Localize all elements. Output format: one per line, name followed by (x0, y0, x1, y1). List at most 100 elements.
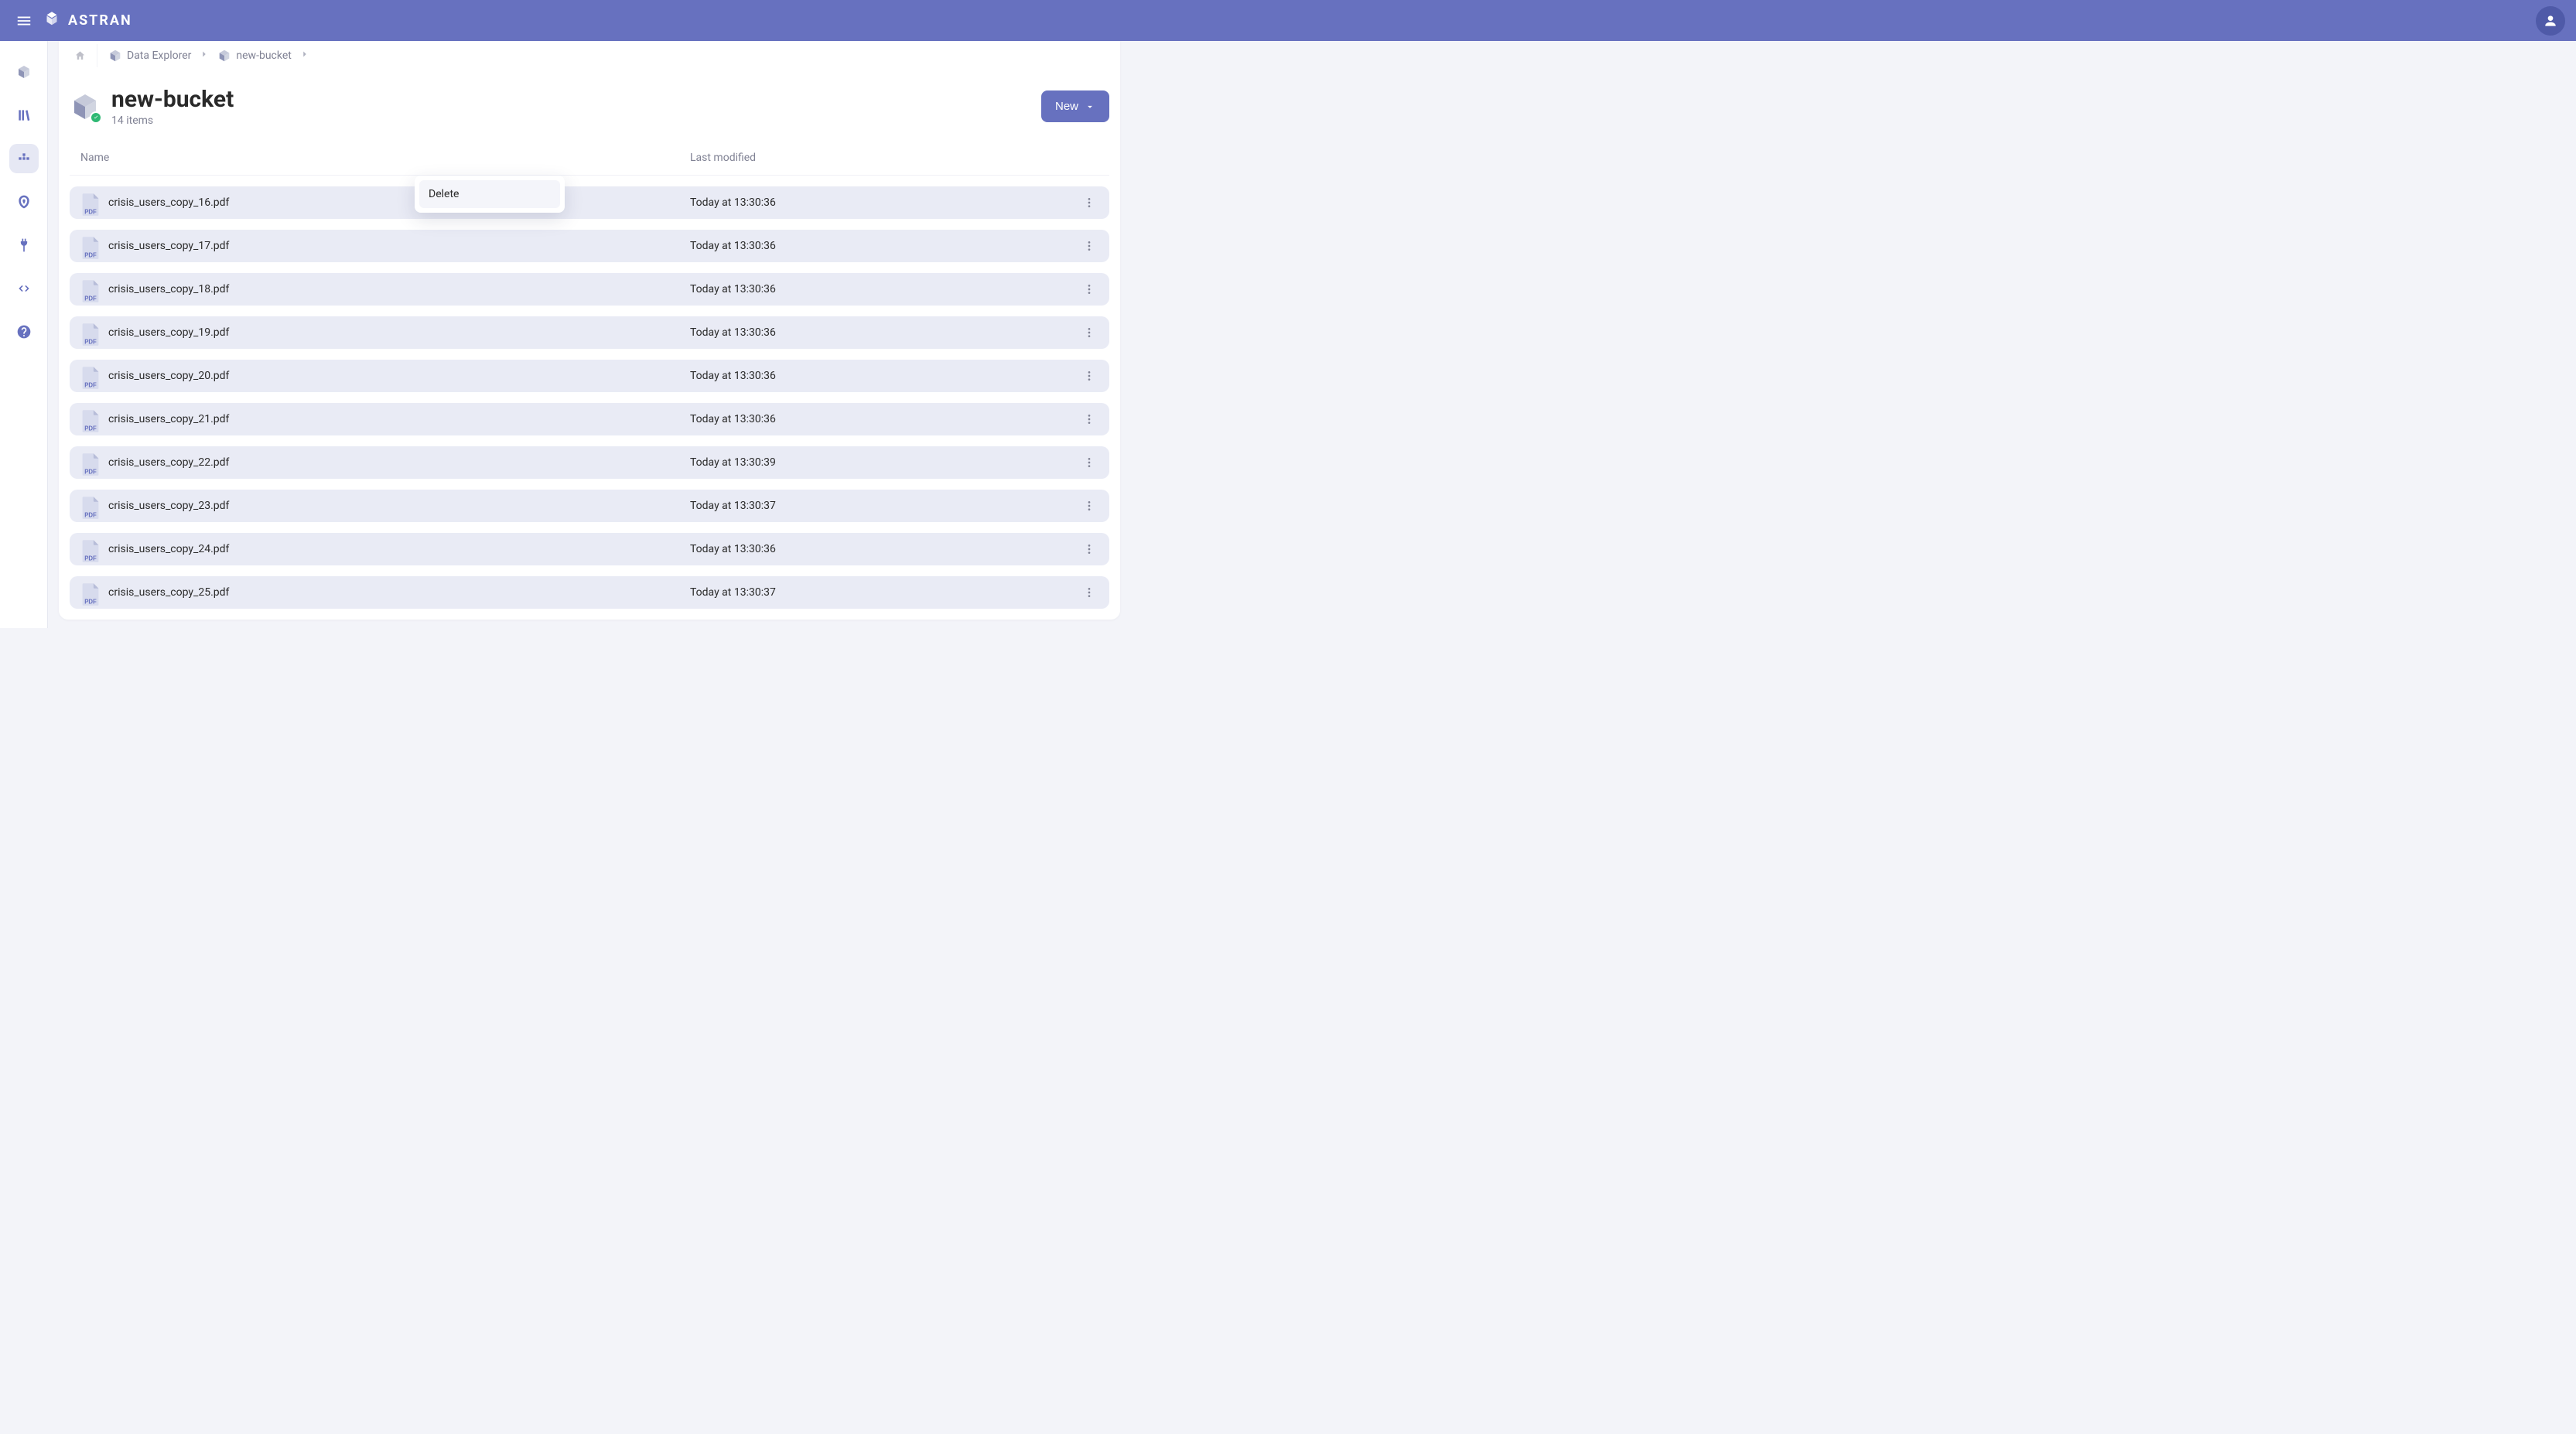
table-row[interactable]: PDF crisis_users_copy_24.pdf Today at 13… (70, 533, 1109, 565)
brand-logo-icon (42, 11, 62, 31)
file-modified: Today at 13:30:36 (690, 283, 999, 295)
brand: ASTRAN (42, 11, 132, 31)
table-row[interactable]: PDF crisis_users_copy_25.pdf Today at 13… (70, 576, 1109, 609)
breadcrumb-current[interactable]: new-bucket (217, 49, 291, 63)
pdf-file-icon: PDF (80, 323, 101, 347)
table-row[interactable]: PDF crisis_users_copy_19.pdf Today at 13… (70, 316, 1109, 349)
pdf-file-icon: PDF (80, 366, 101, 390)
table-row[interactable]: PDF crisis_users_copy_22.pdf Today at 13… (70, 446, 1109, 479)
svg-text:PDF: PDF (84, 251, 97, 258)
fingerprint-icon (16, 194, 32, 210)
menu-toggle-button[interactable] (11, 8, 37, 34)
bucket-card: Data Explorer new-bucket (59, 41, 1120, 620)
svg-text:PDF: PDF (84, 468, 97, 475)
file-type-icon: PDF (80, 193, 101, 213)
sidebar-item-api[interactable] (9, 274, 39, 303)
chevron-down-icon (1085, 101, 1095, 112)
file-type-icon: PDF (80, 279, 101, 299)
context-menu-delete[interactable]: Delete (419, 180, 560, 208)
breadcrumb-separator (199, 49, 210, 63)
file-name: crisis_users_copy_20.pdf (108, 370, 690, 382)
column-name-header[interactable]: Name (80, 152, 690, 164)
sidebar-nav (0, 0, 48, 628)
home-icon (74, 49, 86, 63)
item-count: 14 items (111, 114, 234, 127)
file-type-icon: PDF (80, 323, 101, 343)
row-actions-button[interactable] (1080, 237, 1098, 255)
breadcrumb-home-button[interactable] (74, 44, 97, 67)
more-vertical-icon (1083, 456, 1095, 469)
file-name: crisis_users_copy_19.pdf (108, 326, 690, 339)
row-actions-button[interactable] (1080, 540, 1098, 558)
sidebar-item-home[interactable] (9, 57, 39, 87)
file-modified: Today at 13:30:37 (690, 500, 999, 512)
table-row[interactable]: PDF crisis_users_copy_17.pdf Today at 13… (70, 230, 1109, 262)
row-actions-button[interactable] (1080, 583, 1098, 602)
column-modified-header[interactable]: Last modified (690, 152, 999, 164)
table-row[interactable]: PDF crisis_users_copy_20.pdf Today at 13… (70, 360, 1109, 392)
row-actions-button[interactable] (1080, 497, 1098, 515)
cube-icon (16, 64, 32, 80)
row-actions-button[interactable] (1080, 410, 1098, 428)
table-row[interactable]: PDF crisis_users_copy_21.pdf Today at 13… (70, 403, 1109, 435)
file-type-icon: PDF (80, 582, 101, 603)
file-name: crisis_users_copy_17.pdf (108, 240, 690, 252)
file-name: crisis_users_copy_24.pdf (108, 543, 690, 555)
more-vertical-icon (1083, 240, 1095, 252)
sidebar-item-data-explorer[interactable] (9, 144, 39, 173)
file-modified: Today at 13:30:36 (690, 196, 999, 209)
svg-text:PDF: PDF (84, 338, 97, 345)
page-header-left: new-bucket 14 items (70, 86, 234, 127)
bucket-icon (70, 91, 101, 122)
pdf-file-icon: PDF (80, 279, 101, 303)
file-type-icon: PDF (80, 452, 101, 473)
pdf-file-icon: PDF (80, 452, 101, 476)
row-actions-button[interactable] (1080, 453, 1098, 472)
file-name: crisis_users_copy_22.pdf (108, 456, 690, 469)
table-row[interactable]: PDF crisis_users_copy_23.pdf Today at 13… (70, 490, 1109, 522)
file-name: crisis_users_copy_21.pdf (108, 413, 690, 425)
row-actions-button[interactable] (1080, 193, 1098, 212)
file-modified: Today at 13:30:36 (690, 240, 999, 252)
file-type-icon: PDF (80, 366, 101, 386)
main-content: Data Explorer new-bucket (48, 0, 1131, 628)
file-modified: Today at 13:30:37 (690, 586, 999, 599)
row-actions-button[interactable] (1080, 367, 1098, 385)
file-modified: Today at 13:30:36 (690, 370, 999, 382)
table-row[interactable]: PDF crisis_users_copy_16.pdf Today at 13… (70, 186, 1109, 219)
file-modified: Today at 13:30:36 (690, 413, 999, 425)
svg-text:PDF: PDF (84, 425, 97, 432)
breadcrumb-separator (299, 49, 310, 63)
more-vertical-icon (1083, 196, 1095, 209)
breadcrumb-root[interactable]: Data Explorer (108, 49, 191, 63)
hamburger-icon (15, 12, 32, 29)
plug-icon (16, 237, 32, 253)
chevron-right-icon (299, 49, 310, 60)
pdf-file-icon: PDF (80, 193, 101, 217)
sidebar-item-security[interactable] (9, 187, 39, 217)
check-icon (93, 114, 99, 121)
file-type-icon: PDF (80, 539, 101, 559)
file-type-icon: PDF (80, 496, 101, 516)
library-icon (16, 108, 32, 123)
sidebar-item-help[interactable] (9, 317, 39, 347)
pdf-file-icon: PDF (80, 539, 101, 563)
new-button[interactable]: New (1041, 90, 1109, 122)
breadcrumb-current-label: new-bucket (236, 50, 291, 62)
sidebar-item-library[interactable] (9, 101, 39, 130)
svg-text:PDF: PDF (84, 511, 97, 518)
cube-icon (108, 49, 122, 63)
row-actions-button[interactable] (1080, 323, 1098, 342)
table-row[interactable]: PDF crisis_users_copy_18.pdf Today at 13… (70, 273, 1109, 306)
context-menu: Delete (415, 176, 565, 213)
user-avatar-button[interactable] (2536, 6, 2565, 36)
row-actions-button[interactable] (1080, 280, 1098, 299)
sidebar-item-integrations[interactable] (9, 230, 39, 260)
content-scroll-area[interactable]: Data Explorer new-bucket (48, 41, 1131, 628)
file-type-icon: PDF (80, 236, 101, 256)
user-icon (2543, 13, 2558, 29)
svg-text:PDF: PDF (84, 295, 97, 302)
file-name: crisis_users_copy_25.pdf (108, 586, 690, 599)
more-vertical-icon (1083, 413, 1095, 425)
svg-text:PDF: PDF (84, 598, 97, 605)
